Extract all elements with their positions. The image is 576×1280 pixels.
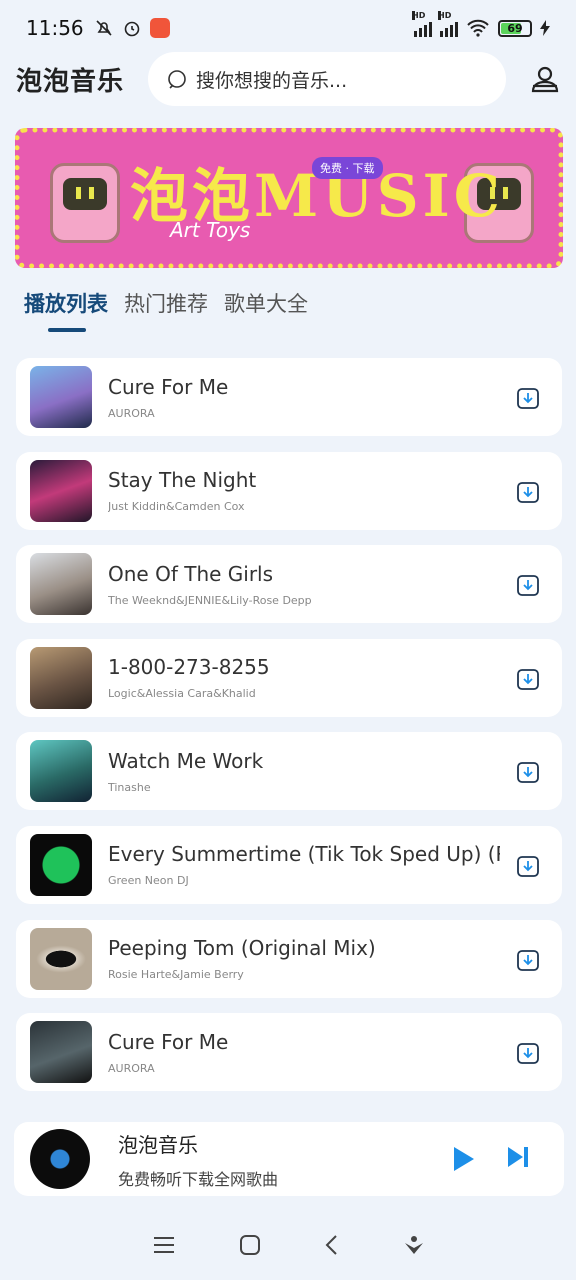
battery-level: 69 <box>507 21 523 35</box>
album-cover <box>30 1021 92 1084</box>
status-bar: 11:56 HD HD 69 <box>0 0 576 56</box>
song-artist: Just Kiddin&Camden Cox <box>108 500 245 514</box>
song-artist: Logic&Alessia Cara&Khalid <box>108 687 256 701</box>
song-row[interactable]: Cure For Me AURORA <box>16 1013 562 1092</box>
download-icon[interactable] <box>516 948 540 972</box>
download-icon[interactable] <box>516 386 540 410</box>
tab-bar: 播放列表 热门推荐 歌单大全 <box>24 288 308 332</box>
wifi-icon <box>467 19 489 37</box>
download-icon[interactable] <box>516 760 540 784</box>
app-header: 泡泡音乐 搜你想搜的音乐... <box>0 52 576 106</box>
download-icon[interactable] <box>516 480 540 504</box>
menu-icon[interactable] <box>152 1235 176 1255</box>
vinyl-disc-icon <box>30 1129 90 1189</box>
song-title: Stay The Night <box>108 468 257 493</box>
song-artist: AURORA <box>108 1061 155 1075</box>
mini-player[interactable]: 泡泡音乐 免费畅听下载全网歌曲 <box>14 1122 564 1196</box>
song-row[interactable]: One Of The Girls The Weeknd&JENNIE&Lily-R… <box>16 545 562 624</box>
download-icon[interactable] <box>516 1041 540 1065</box>
signal-icon: HD <box>412 11 432 37</box>
song-title: One Of The Girls <box>108 561 274 586</box>
next-track-icon[interactable] <box>506 1145 530 1169</box>
song-row[interactable]: Cure For Me AURORA <box>16 358 562 436</box>
album-cover <box>30 833 92 896</box>
tab-songlists[interactable]: 歌单大全 <box>224 288 308 332</box>
song-title: Peeping Tom (Original Mix) <box>108 936 376 961</box>
download-icon[interactable] <box>516 573 540 597</box>
song-title: Cure For Me <box>108 374 229 399</box>
play-icon[interactable] <box>452 1145 476 1173</box>
album-cover <box>30 459 92 522</box>
album-cover <box>30 366 92 428</box>
song-artist: Green Neon DJ <box>108 874 189 888</box>
song-artist: AURORA <box>108 406 155 420</box>
charging-icon <box>540 20 550 36</box>
robot-left-illustration <box>50 163 120 243</box>
battery-icon: 69 <box>498 19 532 37</box>
song-row[interactable]: Watch Me Work Tinashe <box>16 732 562 811</box>
album-cover <box>30 553 92 616</box>
back-icon[interactable] <box>324 1234 340 1256</box>
song-artist: The Weeknd&JENNIE&Lily-Rose Depp <box>108 593 312 607</box>
download-icon[interactable] <box>516 667 540 691</box>
status-time: 11:56 <box>26 16 84 40</box>
song-artist: Tinashe <box>108 780 151 794</box>
song-title: Every Summertime (Tik Tok Sped Up) (Re <box>108 842 500 867</box>
promo-banner[interactable]: 泡泡MUSIC Art Toys 免费 · 下载 <box>15 128 563 268</box>
home-icon[interactable] <box>239 1234 261 1256</box>
search-input[interactable]: 搜你想搜的音乐... <box>148 52 507 106</box>
player-subtitle: 免费畅听下载全网歌曲 <box>118 1169 279 1189</box>
assistant-icon[interactable] <box>403 1234 425 1256</box>
signal-icon: HD <box>438 11 458 37</box>
hd-label: HD <box>438 11 452 20</box>
tab-hot[interactable]: 热门推荐 <box>124 288 208 332</box>
alarm-icon <box>124 21 139 37</box>
song-row[interactable]: Peeping Tom (Original Mix) Rosie Harte&Ja… <box>16 919 562 998</box>
song-title: 1-800-273-8255 <box>108 655 270 680</box>
player-title: 泡泡音乐 <box>118 1132 198 1157</box>
tab-playlist[interactable]: 播放列表 <box>24 288 108 332</box>
song-title: Cure For Me <box>108 1029 229 1054</box>
search-icon <box>168 70 186 89</box>
system-nav-bar <box>0 1222 576 1268</box>
song-artist: Rosie Harte&Jamie Berry <box>108 968 244 982</box>
song-row[interactable]: Every Summertime (Tik Tok Sped Up) (Re Gr… <box>16 825 562 904</box>
song-title: Watch Me Work <box>108 748 264 773</box>
banner-tag: 免费 · 下载 <box>312 157 383 179</box>
song-list: Cure For Me AURORA Stay The Night Just Kid… <box>16 358 562 1107</box>
album-cover <box>30 646 92 709</box>
download-icon[interactable] <box>516 854 540 878</box>
app-title: 泡泡音乐 <box>16 66 125 97</box>
banner-subtitle: Art Toys <box>170 218 251 242</box>
user-profile-icon[interactable] <box>530 64 560 94</box>
hd-label: HD <box>412 11 426 20</box>
mute-bell-icon <box>96 20 112 36</box>
app-notification-icon <box>149 18 170 38</box>
album-cover <box>30 740 92 803</box>
album-cover <box>30 927 92 990</box>
search-placeholder: 搜你想搜的音乐... <box>196 69 348 92</box>
song-row[interactable]: 1-800-273-8255 Logic&Alessia Cara&Khalid <box>16 638 562 717</box>
song-row[interactable]: Stay The Night Just Kiddin&Camden Cox <box>16 451 562 530</box>
